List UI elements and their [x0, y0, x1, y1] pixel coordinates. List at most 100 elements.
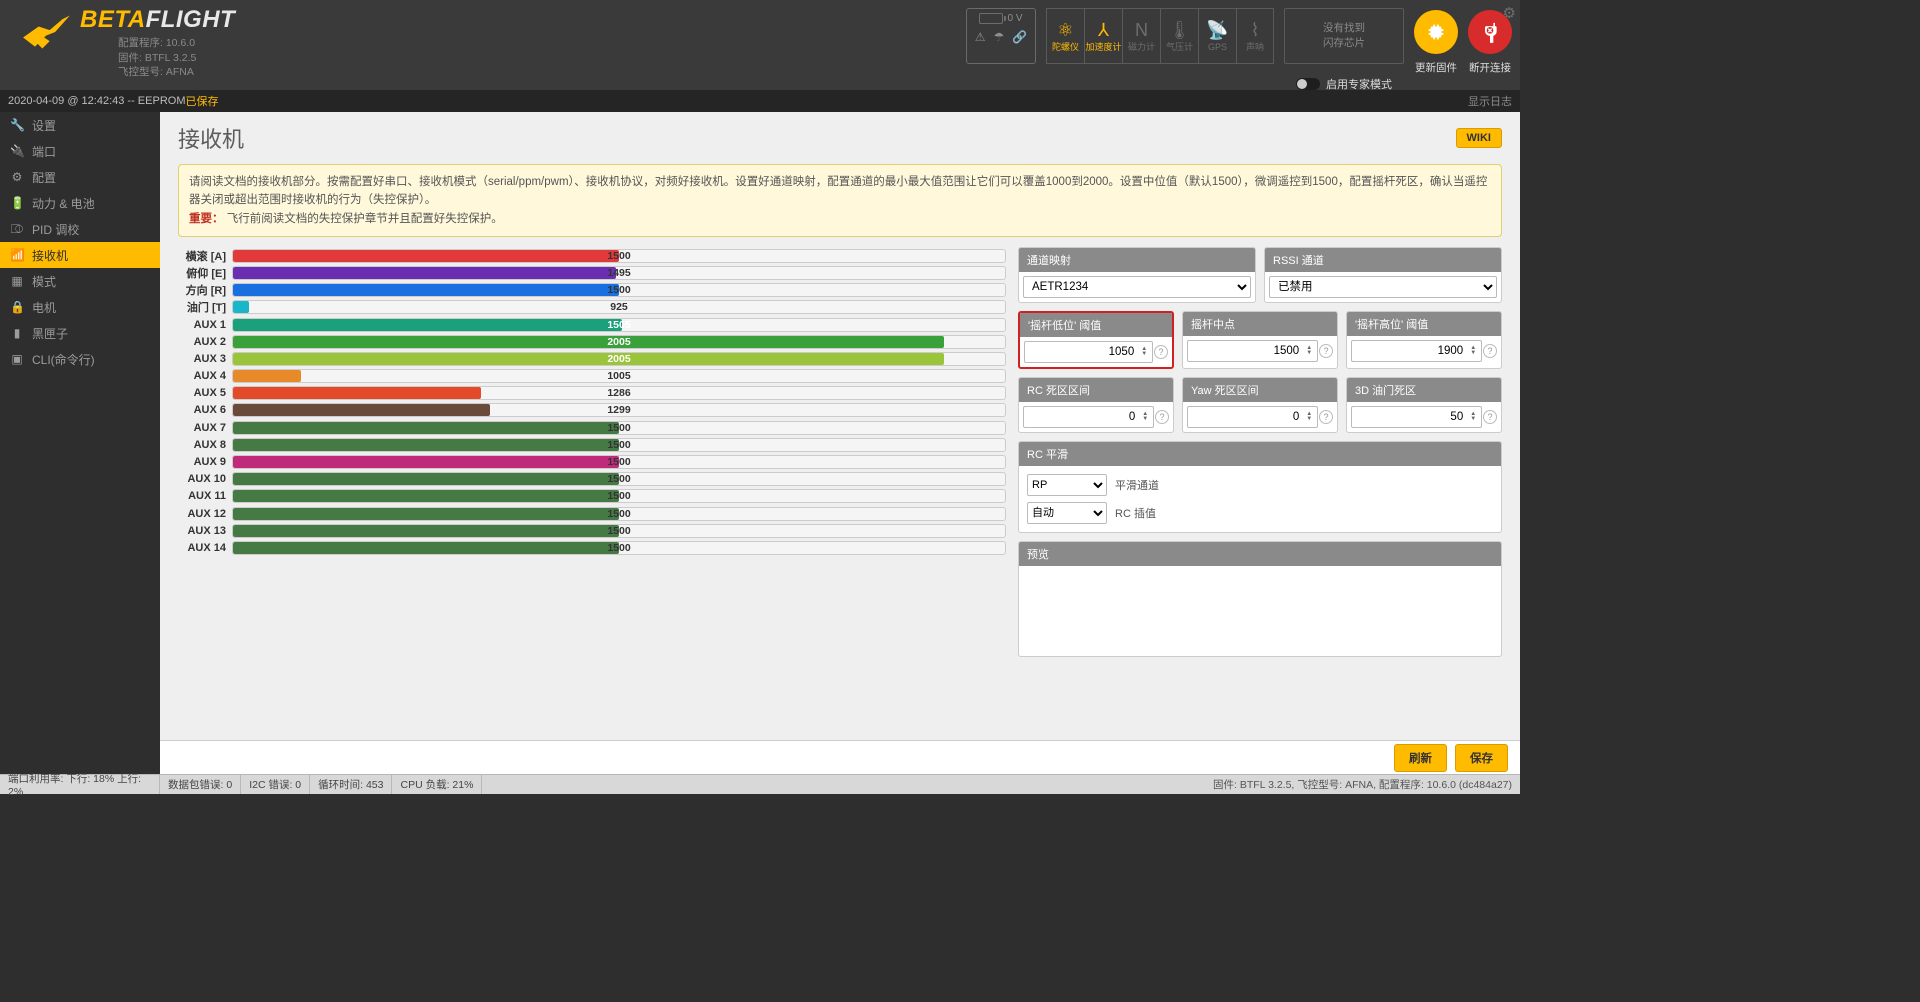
- sidebar-item-设置[interactable]: 🔧设置: [0, 112, 160, 138]
- dataflash-box: 没有找到 闪存芯片: [1284, 8, 1404, 64]
- 3d-throttle-deadband-panel: 3D 油门死区 ▲▼ ?: [1346, 377, 1502, 433]
- help-icon[interactable]: ?: [1483, 410, 1497, 424]
- help-icon[interactable]: ?: [1319, 344, 1333, 358]
- channel-map-select[interactable]: AETR1234: [1023, 276, 1251, 298]
- flash-line2: 闪存芯片: [1323, 36, 1365, 51]
- help-icon[interactable]: ?: [1319, 410, 1333, 424]
- channel-bar: 1299: [232, 403, 1006, 417]
- warning-icon: ⚠: [975, 30, 986, 44]
- show-log-button[interactable]: 显示日志: [1468, 93, 1512, 109]
- channel-bar: 1500: [232, 249, 1006, 263]
- rc-deadband-panel: RC 死区区间 ▲▼ ?: [1018, 377, 1174, 433]
- stick-high-input[interactable]: [1351, 340, 1482, 362]
- channel-label: AUX 5: [178, 387, 232, 399]
- yaw-deadband-panel: Yaw 死区区间 ▲▼ ?: [1182, 377, 1338, 433]
- channel-label: 俯仰 [E]: [178, 265, 232, 281]
- yaw-deadband-input[interactable]: [1187, 406, 1318, 428]
- channel-label: 方向 [R]: [178, 282, 232, 298]
- channel-row: 横滚 [A] 1500: [178, 247, 1006, 264]
- sidebar-item-CLI(命令行)[interactable]: ▣CLI(命令行): [0, 346, 160, 372]
- channel-row: AUX 10 1500: [178, 471, 1006, 488]
- sensor-icon: 📡: [1206, 19, 1228, 41]
- notice-box: 请阅读文档的接收机部分。按需配置好串口、接收机模式（serial/ppm/pwm…: [178, 164, 1502, 237]
- sidebar-item-接收机[interactable]: 📶接收机: [0, 242, 160, 268]
- spinner-icon[interactable]: ▲▼: [1306, 346, 1315, 356]
- sidebar-item-黑匣子[interactable]: ▮黑匣子: [0, 320, 160, 346]
- spinner-icon[interactable]: ▲▼: [1306, 412, 1315, 422]
- yaw-deadband-header: Yaw 死区区间: [1183, 378, 1337, 402]
- sidebar-item-动力 & 电池[interactable]: 🔋动力 & 电池: [0, 190, 160, 216]
- channel-bar: 1500: [232, 507, 1006, 521]
- channel-label: AUX 12: [178, 508, 232, 520]
- channel-bar: 1500: [232, 541, 1006, 555]
- stick-mid-input[interactable]: [1187, 340, 1318, 362]
- channel-value: 1500: [233, 284, 1005, 297]
- channel-label: AUX 6: [178, 404, 232, 416]
- channel-label: AUX 4: [178, 370, 232, 382]
- wiki-button[interactable]: WIKI: [1456, 128, 1502, 148]
- rc-interpolation-label: RC 插值: [1115, 505, 1156, 521]
- channel-row: AUX 13 1500: [178, 522, 1006, 539]
- stick-low-input[interactable]: [1024, 341, 1153, 363]
- help-icon[interactable]: ?: [1483, 344, 1497, 358]
- expert-toggle[interactable]: [1296, 78, 1320, 90]
- sensor-label: 声呐: [1246, 43, 1264, 53]
- sidebar-item-label: PID 调校: [32, 221, 79, 238]
- channel-row: AUX 12 1500: [178, 505, 1006, 522]
- toolbar: 刷新 保存: [160, 740, 1520, 774]
- smoothing-channel-label: 平滑通道: [1115, 477, 1159, 493]
- channel-bar: 2005: [232, 352, 1006, 366]
- rssi-select[interactable]: 已禁用: [1269, 276, 1497, 298]
- channel-label: AUX 11: [178, 490, 232, 502]
- rc-interpolation-select[interactable]: 自动: [1027, 502, 1107, 524]
- channel-row: AUX 4 1005: [178, 367, 1006, 384]
- smoothing-channel-select[interactable]: RP: [1027, 474, 1107, 496]
- expert-mode-row[interactable]: 启用专家模式: [1296, 76, 1392, 92]
- log-timestamp: 2020-04-09 @ 12:42:43 -- EEPROM: [8, 95, 185, 107]
- sidebar-item-端口[interactable]: 🔌端口: [0, 138, 160, 164]
- channel-row: AUX 6 1299: [178, 402, 1006, 419]
- channel-value: 1500: [233, 422, 1005, 435]
- help-icon[interactable]: ?: [1154, 345, 1168, 359]
- preview-panel: 预览: [1018, 541, 1502, 657]
- rc-deadband-input[interactable]: [1023, 406, 1154, 428]
- meta-firmware: 固件: BTFL 3.2.5: [118, 51, 235, 66]
- sensor-GPS: 📡GPS: [1198, 8, 1236, 64]
- spinner-icon[interactable]: ▲▼: [1142, 412, 1151, 422]
- flash-line1: 没有找到: [1323, 21, 1365, 36]
- channel-bar: 1500: [232, 421, 1006, 435]
- sidebar-item-配置[interactable]: ⚙ 配置: [0, 164, 160, 190]
- spinner-icon[interactable]: ▲▼: [1470, 346, 1479, 356]
- rc-smoothing-panel: RC 平滑 RP 平滑通道 自动 RC 插值: [1018, 441, 1502, 533]
- disconnect-label: 断开连接: [1469, 60, 1511, 75]
- sidebar-icon: ⚙: [10, 170, 24, 184]
- channel-value: 1500: [233, 525, 1005, 538]
- sensor-磁力计: N磁力计: [1122, 8, 1160, 64]
- notice-tail: 飞行前阅读文档的失控保护章节并且配置好失控保护。: [227, 213, 503, 225]
- save-button[interactable]: 保存: [1455, 744, 1508, 772]
- channel-value: 2005: [233, 336, 1005, 349]
- sidebar-item-label: 配置: [32, 169, 56, 186]
- app-header: BETA FLIGHT 配置程序: 10.6.0 固件: BTFL 3.2.5 …: [0, 0, 1520, 90]
- channel-map-panel: 通道映射 AETR1234: [1018, 247, 1256, 303]
- spinner-icon[interactable]: ▲▼: [1141, 347, 1150, 357]
- options-gear-icon[interactable]: ⚙: [1503, 4, 1516, 22]
- 3d-throttle-input[interactable]: [1351, 406, 1482, 428]
- status-i2c-err: I2C 错误: 0: [241, 775, 310, 794]
- channel-bar: 925: [232, 300, 1006, 314]
- spinner-icon[interactable]: ▲▼: [1470, 412, 1479, 422]
- help-icon[interactable]: ?: [1155, 410, 1169, 424]
- sidebar-item-模式[interactable]: ▦模式: [0, 268, 160, 294]
- sidebar-item-label: 模式: [32, 273, 56, 290]
- channel-bar: 2005: [232, 335, 1006, 349]
- sidebar-item-PID 调校[interactable]: ⎄PID 调校: [0, 216, 160, 242]
- channel-bar: 1500: [232, 283, 1006, 297]
- channel-value: 1286: [233, 387, 1005, 400]
- channel-bar: 1286: [232, 386, 1006, 400]
- rc-smoothing-header: RC 平滑: [1019, 442, 1501, 466]
- channel-bar: 1500: [232, 524, 1006, 538]
- logo: BETA FLIGHT 配置程序: 10.6.0 固件: BTFL 3.2.5 …: [18, 6, 235, 80]
- update-firmware-button[interactable]: [1414, 10, 1458, 54]
- refresh-button[interactable]: 刷新: [1394, 744, 1447, 772]
- sidebar-item-电机[interactable]: 🔒电机: [0, 294, 160, 320]
